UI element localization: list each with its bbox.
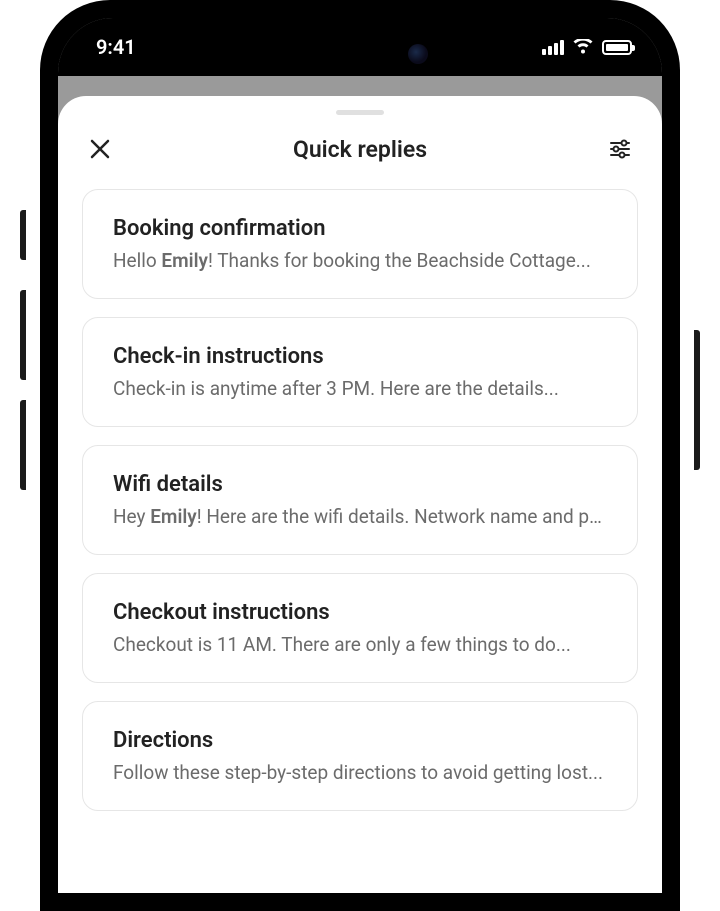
- close-button[interactable]: [86, 135, 114, 163]
- quick-reply-card-checkout[interactable]: Checkout instructions Checkout is 11 AM.…: [82, 573, 638, 683]
- wifi-icon: [572, 39, 594, 55]
- card-preview: Hey Emily! Here are the wifi details. Ne…: [113, 505, 607, 528]
- status-indicators: [542, 39, 632, 55]
- close-icon: [90, 139, 110, 159]
- phone-screen: 9:41 Quick: [58, 18, 662, 893]
- card-title: Check-in instructions: [113, 344, 607, 369]
- phone-frame: 9:41 Quick: [40, 0, 680, 911]
- modal-grabber[interactable]: [336, 110, 384, 115]
- cellular-signal-icon: [542, 39, 564, 55]
- quick-replies-modal: Quick replies Booking confirmation Hello…: [58, 96, 662, 893]
- card-preview: Checkout is 11 AM. There are only a few …: [113, 633, 607, 656]
- phone-side-button: [20, 210, 26, 260]
- phone-power-button: [694, 330, 700, 470]
- card-preview: Hello Emily! Thanks for booking the Beac…: [113, 249, 607, 272]
- modal-header: Quick replies: [58, 129, 662, 189]
- card-title: Checkout instructions: [113, 600, 607, 625]
- quick-reply-card-directions[interactable]: Directions Follow these step-by-step dir…: [82, 701, 638, 811]
- quick-reply-card-wifi[interactable]: Wifi details Hey Emily! Here are the wif…: [82, 445, 638, 555]
- quick-reply-card-checkin[interactable]: Check-in instructions Check-in is anytim…: [82, 317, 638, 427]
- phone-volume-down: [20, 400, 26, 490]
- card-preview: Follow these step-by-step directions to …: [113, 761, 607, 784]
- phone-volume-up: [20, 290, 26, 380]
- card-title: Booking confirmation: [113, 216, 607, 241]
- sliders-icon: [609, 138, 631, 160]
- modal-backdrop: Quick replies Booking confirmation Hello…: [58, 76, 662, 893]
- card-preview: Check-in is anytime after 3 PM. Here are…: [113, 377, 607, 400]
- card-title: Wifi details: [113, 472, 607, 497]
- battery-icon: [602, 40, 632, 55]
- card-title: Directions: [113, 728, 607, 753]
- settings-button[interactable]: [606, 135, 634, 163]
- quick-reply-card-booking[interactable]: Booking confirmation Hello Emily! Thanks…: [82, 189, 638, 299]
- quick-replies-list: Booking confirmation Hello Emily! Thanks…: [58, 189, 662, 811]
- modal-title: Quick replies: [293, 136, 427, 163]
- status-time: 9:41: [96, 35, 136, 59]
